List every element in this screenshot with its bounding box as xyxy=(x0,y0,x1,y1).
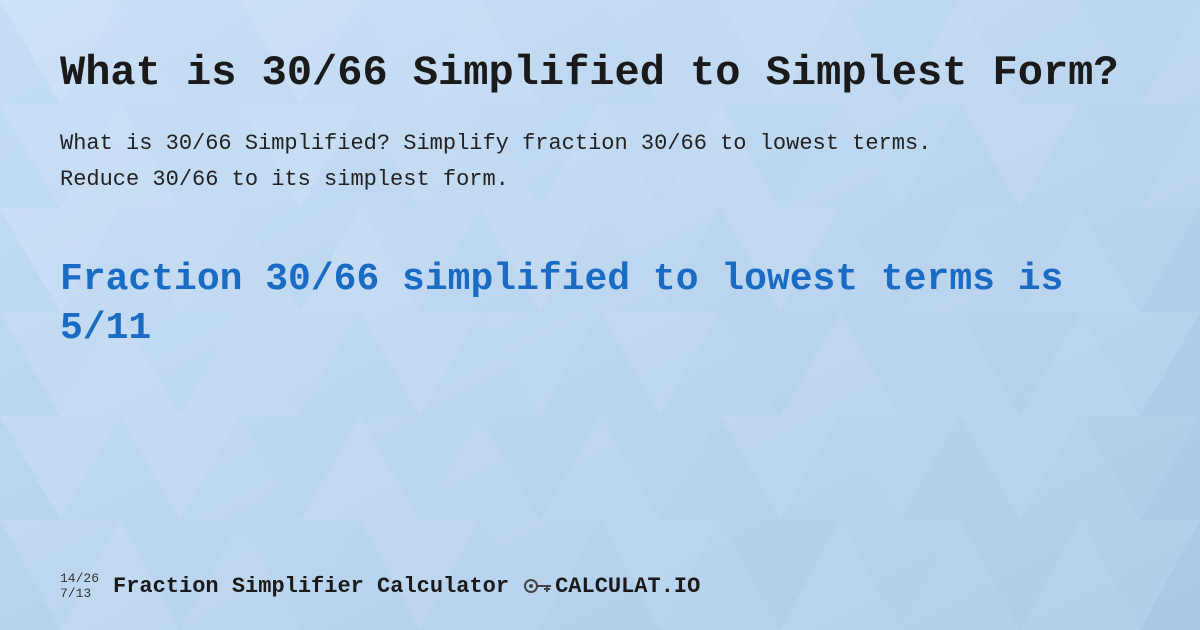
footer: 14/26 7/13 Fraction Simplifier Calculato… xyxy=(60,571,700,602)
footer-logo: CALCULAT.IO xyxy=(523,572,700,600)
footer-fraction1: 14/26 xyxy=(60,571,99,587)
result-section: Fraction 30/66 simplified to lowest term… xyxy=(60,255,1140,354)
brand-name-label: Fraction Simplifier Calculator xyxy=(113,574,509,599)
page-title: What is 30/66 Simplified to Simplest For… xyxy=(60,48,1140,98)
footer-brand: Fraction Simplifier Calculator xyxy=(113,574,509,599)
logo-text: CALCULAT.IO xyxy=(555,574,700,599)
description-text: What is 30/66 Simplified? Simplify fract… xyxy=(60,126,960,196)
footer-fractions: 14/26 7/13 xyxy=(60,571,99,602)
result-title: Fraction 30/66 simplified to lowest term… xyxy=(60,255,1140,354)
logo-icon xyxy=(523,572,555,600)
footer-fraction2: 7/13 xyxy=(60,586,99,602)
